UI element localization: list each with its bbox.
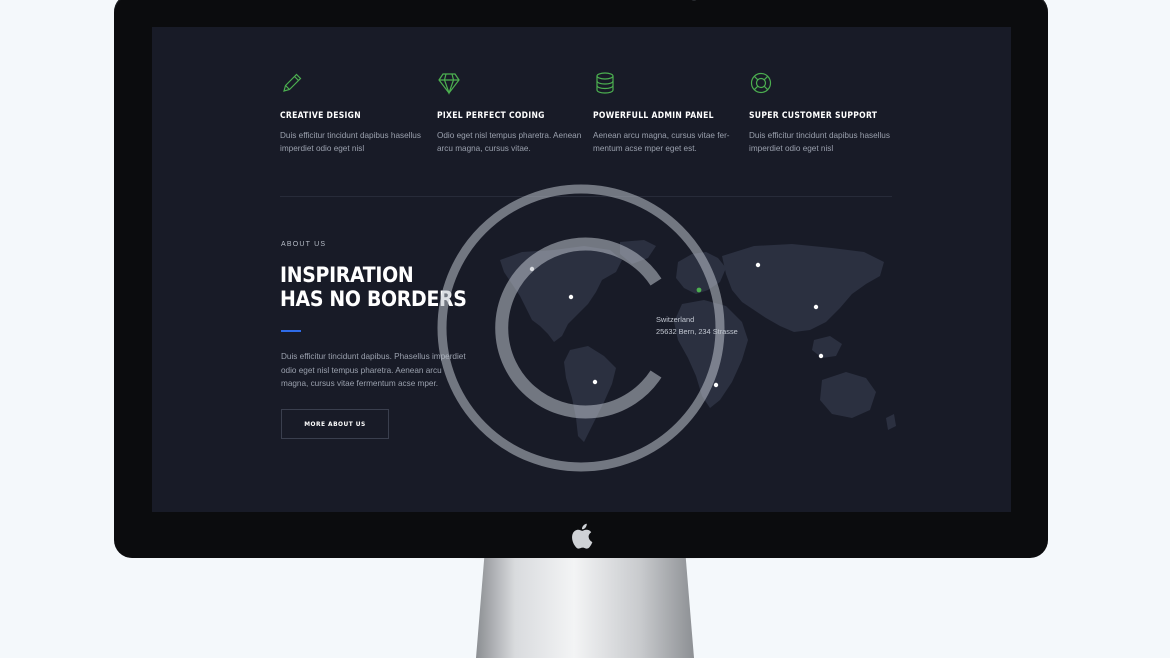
about-eyebrow: ABOUT US (281, 241, 327, 248)
feature-customer-support: SUPER CUSTOMER SUPPORT Duis efficitur ti… (749, 71, 899, 155)
feature-title: PIXEL PERFECT CODING (437, 111, 545, 121)
website-screen: CREATIVE DESIGN Duis efficitur tincidunt… (152, 27, 1011, 512)
pencil-icon (283, 73, 302, 92)
asia (722, 244, 884, 332)
apple-logo-icon (572, 523, 593, 549)
marker-africa-south[interactable] (713, 382, 719, 388)
feature-text: Aenean arcu magna, cursus vitae fer-ment… (593, 131, 730, 153)
accent-line (281, 330, 301, 332)
south-america (564, 346, 616, 442)
heading-line-1: INSPIRATION (280, 263, 414, 287)
marker-china[interactable] (813, 304, 819, 310)
feature-title: CREATIVE DESIGN (280, 111, 361, 121)
section-divider (280, 196, 892, 197)
greenland (620, 240, 656, 264)
about-paragraph: Duis efficitur tincidunt dapibus. Phasel… (281, 352, 466, 388)
monitor-stand (476, 552, 694, 658)
continents (500, 240, 896, 442)
southeast-asia (812, 336, 842, 358)
feature-text: Duis efficitur tincidunt dapibus hasellu… (749, 131, 890, 153)
marker-russia[interactable] (755, 262, 761, 268)
location-address: 25632 Bern, 234 Strasse (656, 327, 738, 336)
europe (676, 252, 726, 294)
feature-title: SUPER CUSTOMER SUPPORT (749, 111, 878, 121)
location-name: Switzerland (656, 315, 695, 324)
heading-line-2: HAS NO BORDERS (280, 287, 467, 311)
australia (820, 372, 876, 418)
marker-south-america[interactable] (592, 379, 598, 385)
more-about-us-button[interactable]: MORE ABOUT US (281, 409, 389, 439)
marker-southeast-asia[interactable] (818, 353, 824, 359)
location-tooltip: Switzerland 25632 Bern, 234 Strasse (656, 314, 738, 338)
about-heading: INSPIRATION HAS NO BORDERS (280, 263, 480, 311)
world-map (500, 240, 896, 442)
feature-title: POWERFULL ADMIN PANEL (593, 111, 714, 121)
feature-pixel-perfect: PIXEL PERFECT CODING Odio eget nisl temp… (437, 71, 587, 155)
marker-north-america-east[interactable] (568, 294, 574, 300)
lifebuoy-icon (750, 72, 772, 94)
database-icon (596, 72, 614, 94)
marker-switzerland[interactable] (696, 287, 702, 293)
camera-icon (691, 0, 697, 1)
diamond-icon (438, 73, 460, 95)
new-zealand (886, 414, 896, 430)
feature-text: Odio eget nisl tempus pharetra. Aenean a… (437, 131, 582, 153)
feature-text: Duis efficitur tincidunt dapibus hasellu… (280, 131, 421, 153)
north-america (500, 246, 622, 342)
marker-north-america-west[interactable] (529, 266, 535, 272)
feature-admin-panel: POWERFULL ADMIN PANEL Aenean arcu magna,… (593, 71, 743, 155)
feature-creative-design: CREATIVE DESIGN Duis efficitur tincidunt… (280, 71, 430, 155)
